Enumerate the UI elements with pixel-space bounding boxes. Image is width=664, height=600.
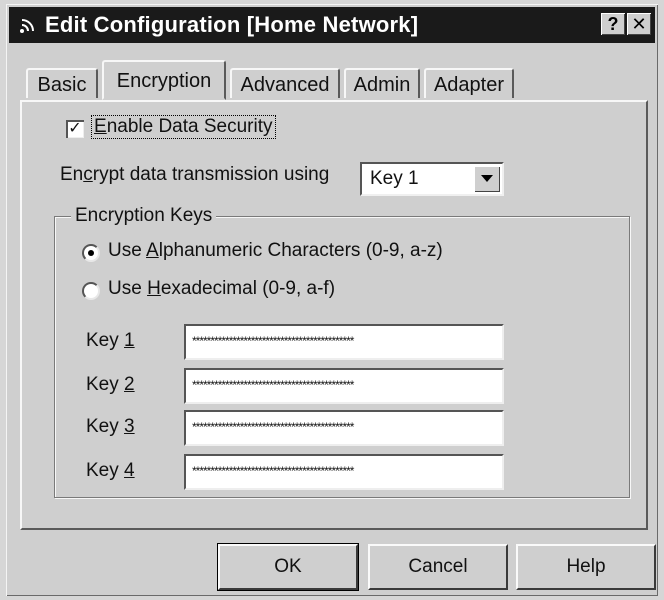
help-button[interactable]: Help — [516, 544, 656, 590]
key-1-input[interactable]: ****************************************… — [184, 324, 504, 360]
tab-encryption[interactable]: Encryption — [102, 60, 226, 100]
radio-selected-dot — [88, 250, 94, 256]
alphanumeric-radio-label[interactable]: Use Alphanumeric Characters (0-9, a-z) — [108, 240, 443, 262]
key-3-label: Key 3 — [86, 416, 135, 437]
title-bar[interactable]: Edit Configuration [Home Network] ? ✕ — [9, 7, 655, 43]
key-2-input[interactable]: ****************************************… — [184, 368, 504, 404]
encrypt-key-select-value: Key 1 — [370, 168, 419, 189]
checkmark-icon: ✓ — [68, 120, 82, 137]
ok-button[interactable]: OK — [217, 543, 359, 591]
encryption-keys-group-title: Encryption Keys — [71, 205, 217, 227]
key-3-input[interactable]: ****************************************… — [184, 410, 504, 446]
encrypt-key-select[interactable]: Key 1 — [360, 162, 504, 196]
tab-admin[interactable]: Admin — [344, 68, 420, 98]
window-title: Edit Configuration [Home Network] — [45, 12, 419, 37]
encrypt-using-label: Encrypt data transmission using — [60, 164, 330, 185]
edit-configuration-dialog: Edit Configuration [Home Network] ? ✕ Ba… — [6, 4, 658, 596]
key-4-input[interactable]: ****************************************… — [184, 454, 504, 490]
wireless-signal-icon — [15, 12, 41, 38]
tab-advanced[interactable]: Advanced — [230, 68, 340, 98]
help-title-button[interactable]: ? — [601, 13, 625, 35]
tab-basic[interactable]: Basic — [26, 68, 98, 98]
key-4-label: Key 4 — [86, 460, 135, 481]
chevron-down-icon[interactable] — [474, 166, 500, 192]
enable-data-security-checkbox[interactable]: ✓ — [66, 120, 84, 138]
hexadecimal-radio-label[interactable]: Use Hexadecimal (0-9, a-f) — [108, 278, 335, 300]
enable-data-security-label[interactable]: Enable Data Security — [91, 115, 276, 139]
alphanumeric-radio[interactable] — [82, 244, 100, 262]
key-1-label: Key 1 — [86, 330, 135, 351]
cancel-button[interactable]: Cancel — [368, 544, 508, 590]
tab-adapter[interactable]: Adapter — [424, 68, 514, 98]
close-title-button[interactable]: ✕ — [627, 13, 651, 35]
hexadecimal-radio[interactable] — [82, 282, 100, 300]
key-2-label: Key 2 — [86, 374, 135, 395]
